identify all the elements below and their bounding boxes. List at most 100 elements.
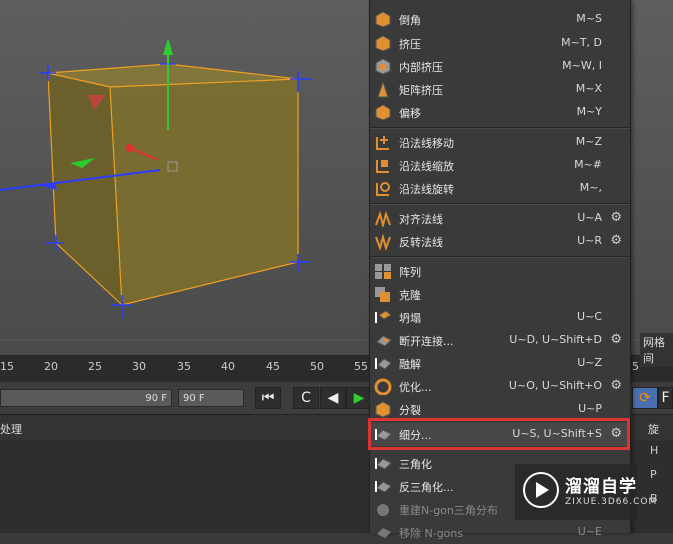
menu-item-offset[interactable]: 偏移 M~Y <box>370 101 630 124</box>
menu-item-shortcut: M~S <box>576 12 602 25</box>
triangulate-icon <box>374 455 392 472</box>
watermark: 溜溜自学 ZIXUE.3D66.COM <box>515 464 656 520</box>
menu-item-reverse-normals[interactable]: 反转法线 U~R ⚙ <box>370 230 630 253</box>
menu-item-shortcut: U~Z <box>577 356 602 369</box>
menu-item-shortcut: M~W, I <box>562 59 602 72</box>
extrude-icon <box>374 35 392 52</box>
tick-label: 45 <box>266 360 280 373</box>
menu-item-normal-rotate[interactable]: 沿法线旋转 M~, <box>370 177 630 200</box>
tick-label: 35 <box>177 360 191 373</box>
cube-front-face <box>110 79 298 305</box>
normal-rotate-icon <box>374 180 392 197</box>
rotation-tab-label[interactable]: 旋 <box>648 421 659 437</box>
menu-item-label: 反三角化... <box>399 481 454 494</box>
align-normals-icon <box>374 210 392 229</box>
menu-item-label: 沿法线移动 <box>399 137 454 150</box>
gear-icon[interactable]: ⚙ <box>610 210 622 225</box>
tick-label: 20 <box>44 360 58 373</box>
menu-separator <box>370 256 630 258</box>
record-button[interactable]: F <box>658 387 673 409</box>
menu-separator <box>370 203 630 205</box>
menu-item-shortcut: U~C <box>577 310 602 323</box>
play-logo-icon <box>523 472 559 508</box>
retriangulate-ngons-icon <box>374 501 392 518</box>
tick-label: 40 <box>221 360 235 373</box>
menu-item-shortcut: U~D, U~Shift+D <box>509 333 602 346</box>
menu-item-shortcut: U~R <box>577 234 602 247</box>
menu-item-normal-move[interactable]: 沿法线移动 M~Z <box>370 131 630 154</box>
axis-label-h: H <box>650 444 659 457</box>
menu-item-label: 阵列 <box>399 266 421 279</box>
offset-icon <box>374 104 392 121</box>
menu-item-shortcut: U~O, U~Shift+O <box>508 379 602 392</box>
menu-item-label: 融解 <box>399 358 421 371</box>
menu-item-optimize[interactable]: 优化... U~O, U~Shift+O ⚙ <box>370 375 630 398</box>
tick-label: 5 <box>632 360 639 373</box>
gear-icon[interactable]: ⚙ <box>610 332 622 347</box>
menu-item-label: 克隆 <box>399 289 421 302</box>
tick-label: 25 <box>88 360 102 373</box>
matrix-extrude-icon <box>374 80 392 98</box>
grid-spacing-label: 网格间 <box>640 333 673 367</box>
menu-item-label: 对齐法线 <box>399 213 443 226</box>
menu-item-extrude[interactable]: 挤压 M~T, D <box>370 32 630 55</box>
menu-item-shortcut: M~X <box>575 82 602 95</box>
array-icon <box>374 263 392 280</box>
menu-item-align-normals[interactable]: 对齐法线 U~A ⚙ <box>370 207 630 230</box>
normal-scale-icon <box>374 157 392 174</box>
menu-item-label: 内部挤压 <box>399 61 443 74</box>
menu-item-label: 坍塌 <box>399 312 421 325</box>
normal-move-icon <box>374 134 392 151</box>
collapse-icon <box>374 309 392 326</box>
menu-item-shortcut: M~Z <box>575 135 602 148</box>
menu-item-matrix-extrude[interactable]: 矩阵挤压 M~X <box>370 78 630 101</box>
menu-item-shortcut: M~# <box>574 158 602 171</box>
menu-item-melt[interactable]: 融解 U~Z <box>370 352 630 375</box>
optimize-icon <box>374 378 392 396</box>
menu-item-array[interactable]: 阵列 <box>370 260 630 283</box>
menu-separator <box>370 127 630 129</box>
menu-item-shortcut: M~Y <box>576 105 602 118</box>
menu-item-shortcut: M~, <box>579 181 602 194</box>
gear-icon[interactable]: ⚙ <box>610 233 622 248</box>
menu-item-shortcut: M~T, D <box>561 36 602 49</box>
menu-item-shortcut: U~A <box>577 211 602 224</box>
menu-item-bevel[interactable]: 倒角 M~S <box>370 8 630 31</box>
menu-item-shortcut: U~E <box>577 525 602 538</box>
gear-icon[interactable]: ⚙ <box>610 378 622 393</box>
step-back-button[interactable]: ◀ <box>320 387 346 409</box>
menu-item-label: 分裂 <box>399 404 421 417</box>
menu-item-label: 倒角 <box>399 14 421 27</box>
watermark-subtitle: ZIXUE.3D66.COM <box>565 497 658 507</box>
frame-range-field[interactable]: 90 F <box>0 389 172 407</box>
menu-item-label: 反转法线 <box>399 236 443 249</box>
menu-item-label: 移除 N-gons <box>399 527 464 540</box>
tick-label: 50 <box>310 360 324 373</box>
attribute-tab-label[interactable]: 处理 <box>0 421 22 437</box>
menu-item-shortcut: U~P <box>578 402 602 415</box>
menu-item-normal-scale[interactable]: 沿法线缩放 M~# <box>370 154 630 177</box>
watermark-title: 溜溜自学 <box>565 477 637 497</box>
menu-item-clone[interactable]: 克隆 <box>370 283 630 306</box>
melt-icon <box>374 355 392 372</box>
autokey-button[interactable]: ⟳ <box>632 387 658 409</box>
reverse-normals-icon <box>374 233 392 252</box>
clone-icon <box>374 286 392 303</box>
end-frame-field[interactable]: 90 F <box>178 389 244 407</box>
menu-item-label: 优化... <box>399 381 432 394</box>
menu-item-label: 挤压 <box>399 38 421 51</box>
menu-item-label: 三角化 <box>399 458 432 471</box>
menu-item-extrude-inner[interactable]: 内部挤压 M~W, I <box>370 55 630 78</box>
menu-item-disconnect[interactable]: 断开连接... U~D, U~Shift+D ⚙ <box>370 329 630 352</box>
menu-item-collapse[interactable]: 坍塌 U~C <box>370 306 630 329</box>
bevel-icon <box>374 11 392 28</box>
split-icon <box>374 401 392 418</box>
menu-item-label: 重建N-gon三角分布 <box>399 504 498 517</box>
menu-item-label: 偏移 <box>399 107 421 120</box>
tick-label: 30 <box>132 360 146 373</box>
tick-label: 55 <box>354 360 368 373</box>
prev-key-button[interactable]: C <box>293 387 319 409</box>
axis-label-p: P <box>650 468 657 481</box>
go-to-start-button[interactable]: ⏮ <box>255 387 281 409</box>
mesh-context-menu: 倒角 M~S 挤压 M~T, D 内部挤压 M~W, I 矩阵挤压 M~X 偏移… <box>369 0 631 540</box>
